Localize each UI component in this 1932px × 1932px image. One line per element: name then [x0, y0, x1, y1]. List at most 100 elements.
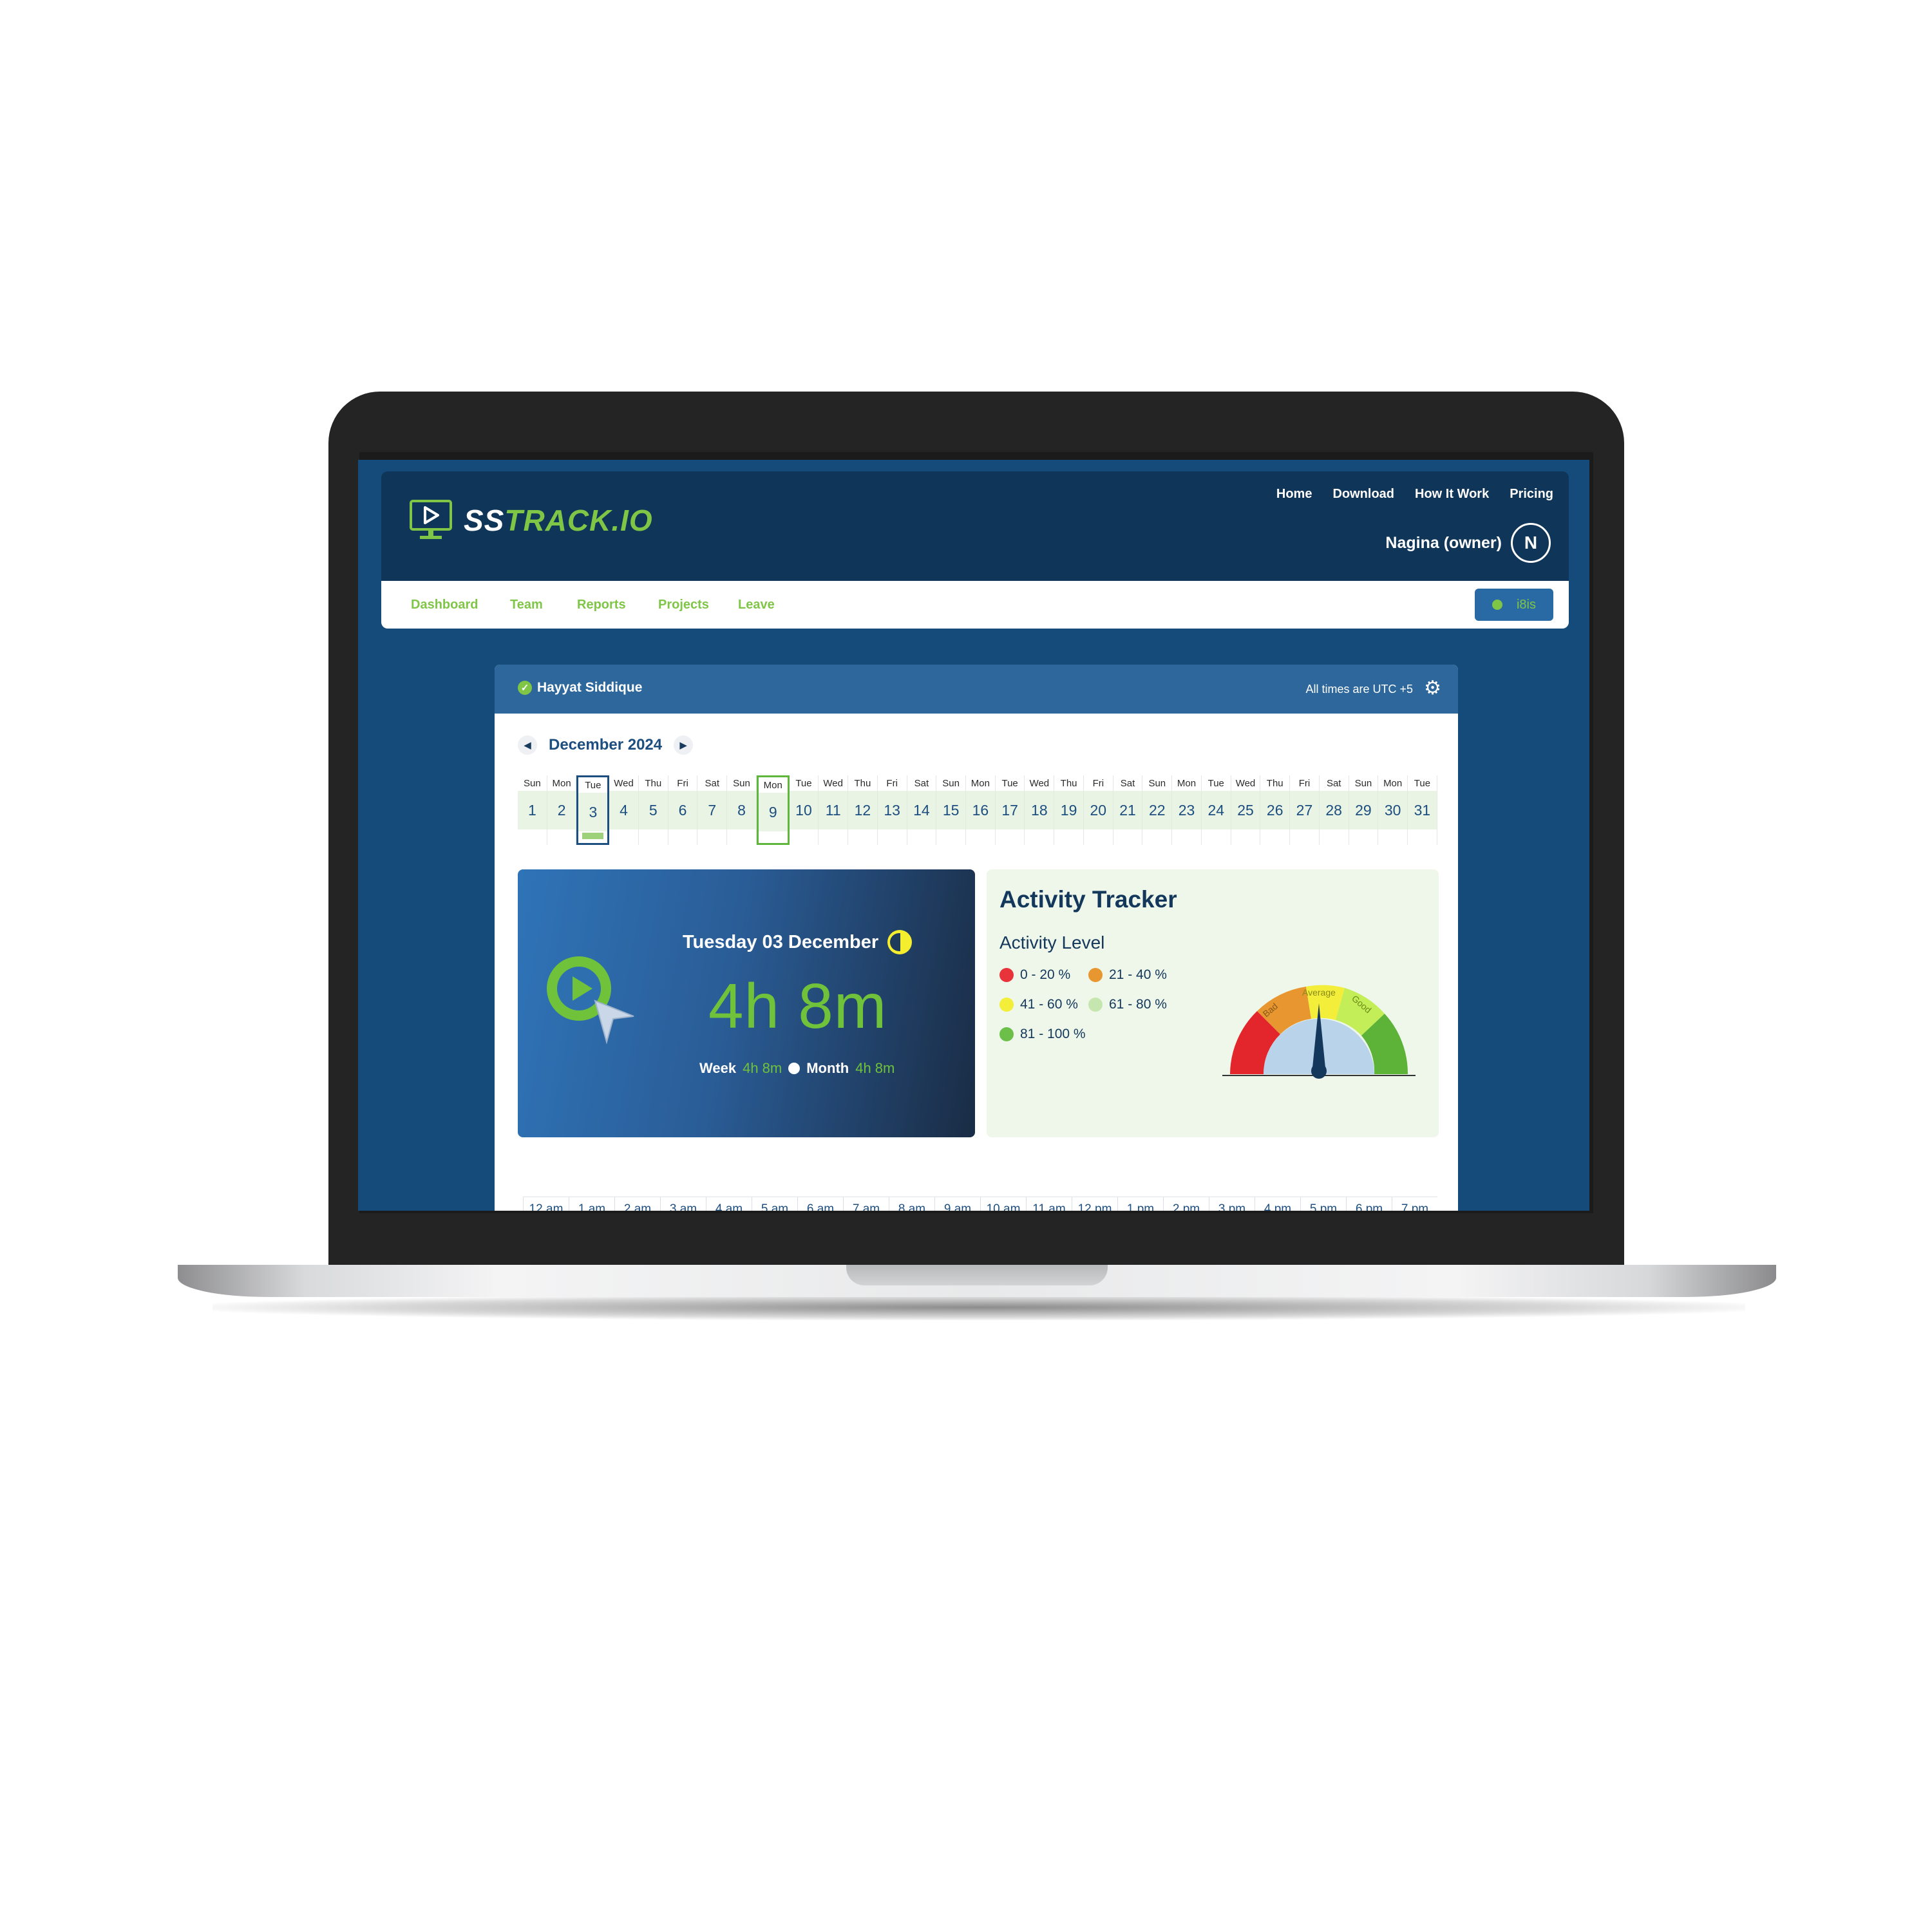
nav-download[interactable]: Download: [1332, 487, 1394, 502]
calendar-day[interactable]: Mon 30: [1378, 775, 1408, 845]
hour-slot[interactable]: 6 am: [797, 1197, 843, 1211]
hour-slot[interactable]: 7 am: [843, 1197, 889, 1211]
calendar-day[interactable]: Thu 19: [1054, 775, 1084, 845]
day-of-week: Tue: [795, 778, 812, 789]
calendar-day[interactable]: Fri 13: [877, 775, 907, 845]
status-button[interactable]: i8is: [1475, 589, 1553, 621]
calendar-day[interactable]: Fri 6: [668, 775, 698, 845]
day-of-week: Fri: [886, 778, 898, 789]
calendar-day[interactable]: Sun 22: [1142, 775, 1173, 845]
calendar-day[interactable]: Mon 16: [966, 775, 996, 845]
app-screen: SSTRACK.IO Home Download How It Work Pri…: [358, 460, 1589, 1211]
calendar-day[interactable]: Tue 31: [1408, 775, 1437, 845]
hour-slot[interactable]: 2 pm: [1163, 1197, 1209, 1211]
day-number: 11: [819, 791, 848, 829]
tab-team[interactable]: Team: [510, 598, 543, 612]
calendar-day[interactable]: Thu 26: [1260, 775, 1291, 845]
day-of-week: Wed: [1235, 778, 1256, 789]
hour-slot[interactable]: 12 am: [523, 1197, 569, 1211]
calendar-day[interactable]: Fri 20: [1083, 775, 1113, 845]
hour-slot[interactable]: 11 am: [1026, 1197, 1072, 1211]
legend-dot-icon: [1088, 968, 1103, 982]
user-menu[interactable]: Nagina (owner) N: [1385, 523, 1551, 563]
tab-leave[interactable]: Leave: [738, 598, 775, 612]
calendar-day[interactable]: Sun 1: [518, 775, 547, 845]
day-of-week: Mon: [1383, 778, 1403, 789]
calendar-day[interactable]: Tue 3: [576, 775, 610, 845]
calendar-day[interactable]: Wed 11: [819, 775, 849, 845]
nav-home[interactable]: Home: [1276, 487, 1312, 502]
calendar-day[interactable]: Sat 28: [1319, 775, 1349, 845]
day-number: 16: [966, 791, 995, 829]
hour-slot[interactable]: 3 pm: [1209, 1197, 1255, 1211]
calendar-day[interactable]: Thu 12: [848, 775, 878, 845]
day-of-week: Mon: [971, 778, 990, 789]
calendar-day[interactable]: Wed 18: [1025, 775, 1055, 845]
hour-slot[interactable]: 12 pm: [1072, 1197, 1117, 1211]
date-line: Tuesday 03 December: [683, 930, 913, 954]
calendar-day[interactable]: Tue 24: [1201, 775, 1231, 845]
month-navigator: ◀ December 2024 ▶: [518, 735, 694, 755]
day-number: 17: [995, 791, 1025, 829]
tab-reports[interactable]: Reports: [577, 598, 626, 612]
employee-card: ✓ Hayyat Siddique All times are UTC +5 ⚙…: [495, 665, 1458, 1211]
legend-item: 0 - 20 %: [999, 967, 1070, 983]
nav-pricing[interactable]: Pricing: [1510, 487, 1553, 502]
tab-dashboard[interactable]: Dashboard: [411, 598, 478, 612]
calendar-day[interactable]: Thu 5: [638, 775, 668, 845]
hour-slot[interactable]: 8 am: [889, 1197, 934, 1211]
calendar-day[interactable]: Mon 23: [1172, 775, 1202, 845]
next-month-icon[interactable]: ▶: [674, 735, 694, 755]
day-of-week: Sun: [942, 778, 960, 789]
legend-label: 0 - 20 %: [1020, 967, 1071, 982]
day-number: 7: [697, 791, 727, 829]
hour-slot[interactable]: 7 pm: [1392, 1197, 1437, 1211]
month-label: December 2024: [549, 736, 663, 753]
day-number: 28: [1319, 791, 1349, 829]
employee-name-row[interactable]: ✓ Hayyat Siddique: [518, 680, 642, 696]
legend-label: 41 - 60 %: [1020, 997, 1078, 1012]
day-of-week: Tue: [1208, 778, 1224, 789]
calendar-day[interactable]: Sat 14: [907, 775, 937, 845]
moon-icon: [887, 930, 913, 954]
legend-dot-icon: [999, 968, 1014, 982]
monitor-play-icon: [410, 500, 452, 539]
month-label-text: Month: [806, 1060, 849, 1076]
calendar-day[interactable]: Sun 15: [936, 775, 967, 845]
day-number: 15: [936, 791, 966, 829]
hour-slot[interactable]: 1 pm: [1117, 1197, 1163, 1211]
nav-how-it-work[interactable]: How It Work: [1415, 487, 1489, 502]
hour-slot[interactable]: 3 am: [660, 1197, 706, 1211]
time-summary-panel: Tuesday 03 December 4h 8m Week 4h 8m Mon…: [518, 869, 975, 1137]
hour-slot[interactable]: 9 am: [934, 1197, 980, 1211]
calendar-day[interactable]: Mon 9: [756, 775, 790, 845]
tab-projects[interactable]: Projects: [658, 598, 709, 612]
calendar-day[interactable]: Sat 21: [1113, 775, 1143, 845]
avatar[interactable]: N: [1511, 523, 1551, 563]
day-number: 12: [848, 791, 877, 829]
hour-slot[interactable]: 6 pm: [1346, 1197, 1392, 1211]
week-label: Week: [699, 1060, 737, 1076]
calendar-day[interactable]: Wed 4: [609, 775, 639, 845]
hour-slot[interactable]: 4 pm: [1255, 1197, 1300, 1211]
separator-dot-icon: [788, 1063, 800, 1074]
hour-slot[interactable]: 1 am: [569, 1197, 614, 1211]
hour-slot[interactable]: 4 am: [706, 1197, 752, 1211]
calendar-day[interactable]: Sun 29: [1349, 775, 1379, 845]
gear-icon[interactable]: ⚙: [1424, 679, 1441, 698]
hour-slot[interactable]: 5 pm: [1300, 1197, 1346, 1211]
prev-month-icon[interactable]: ◀: [518, 735, 537, 755]
gauge-label-average: Average: [1302, 987, 1336, 998]
hour-slot[interactable]: 5 am: [752, 1197, 797, 1211]
calendar-day[interactable]: Tue 17: [995, 775, 1025, 845]
hour-slot[interactable]: 10 am: [980, 1197, 1026, 1211]
week-month-totals: Week 4h 8m Month 4h 8m: [699, 1060, 895, 1077]
calendar-day[interactable]: Wed 25: [1231, 775, 1261, 845]
hour-slot[interactable]: 2 am: [614, 1197, 660, 1211]
calendar-day[interactable]: Fri 27: [1290, 775, 1320, 845]
calendar-day[interactable]: Mon 2: [547, 775, 577, 845]
logo[interactable]: SSTRACK.IO: [408, 498, 653, 542]
calendar-day[interactable]: Tue 10: [789, 775, 819, 845]
calendar-day[interactable]: Sun 8: [727, 775, 757, 845]
calendar-day[interactable]: Sat 7: [697, 775, 728, 845]
